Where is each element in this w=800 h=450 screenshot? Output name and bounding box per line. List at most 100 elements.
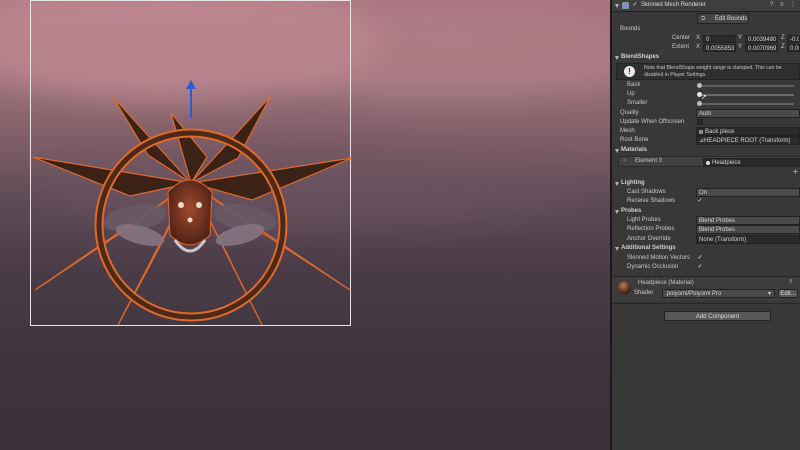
anchor-override-row: Anchor Override None (Transform) [612,235,800,244]
add-component-button[interactable]: Add Component [664,311,771,321]
blendshape-note-box: ! Note that BlendShape weight range is c… [616,63,800,80]
blendshape-slider[interactable] [699,85,794,87]
add-element-icon[interactable]: + [793,167,798,176]
dynamic-occlusion-row: Dynamic Occlusion ✓ [612,263,800,272]
material-header[interactable]: Headpiece (Material) ? Shader .poiyomi/P… [612,277,800,301]
dynamic-occlusion-checkbox[interactable]: ✓ [697,264,703,270]
cast-shadows-label: Cast Shadows [627,189,666,195]
more-icon[interactable]: ⋮ [790,1,796,10]
blendshape-slider[interactable] [699,94,794,96]
foldout-arrow-icon[interactable] [615,56,619,60]
probes-label: Probes [621,208,642,214]
slider-knob[interactable] [697,83,702,88]
center-y-field[interactable]: 0.0039480 [745,35,778,43]
extent-z-field[interactable]: 0.00 [787,44,800,52]
mesh-row: Mesh Back piece [612,127,800,136]
center-label: Center [672,35,691,41]
additional-settings-foldout[interactable]: Additional Settings [612,244,800,253]
materials-label: Materials [621,147,648,153]
light-probes-dropdown[interactable]: Blend Probes [696,216,800,225]
extent-row: Extent X 0.0055853 Y 0.0070969 Z 0.00 [612,43,800,52]
quality-label: Quality [620,110,639,116]
blendshape-label: Smaller [627,100,648,106]
receive-shadows-checkbox[interactable]: ✓ [697,198,703,204]
quality-dropdown[interactable]: Auto [696,109,800,118]
foldout-arrow-icon[interactable] [615,149,619,153]
help-icon[interactable]: ? [770,1,773,10]
update-offscreen-checkbox[interactable] [697,119,703,125]
foldout-arrow-icon[interactable] [615,4,619,8]
blendshape-label: Up [627,91,635,97]
materials-list: = Element 0 Headpiece [618,156,800,167]
component-title: Skinned Mesh Renderer [641,2,706,8]
mesh-field[interactable]: Back piece [696,127,800,136]
component-enabled-checkbox[interactable]: ✓ [632,2,638,8]
slider-knob[interactable] [697,101,702,106]
shader-dropdown[interactable]: .poiyomi/Poiyomi Pro ▾ [662,289,775,298]
center-z-field[interactable]: -0.0 [787,35,800,43]
update-offscreen-label: Update When Offscreen [620,119,685,125]
mesh-renderer-icon [622,2,629,9]
extent-x-field[interactable]: 0.0055853 [703,44,736,52]
move-gizmo-arrow-icon[interactable] [186,80,196,89]
reflection-probes-label: Reflection Probes [627,226,675,232]
x-axis-label: X [696,44,701,50]
extent-y-field[interactable]: 0.0070969 [745,44,778,52]
skinned-motion-label: Skinned Motion Vectors [627,255,691,261]
update-offscreen-row: Update When Offscreen [612,118,800,127]
foldout-arrow-icon[interactable] [615,210,619,214]
y-axis-label: Y [738,44,743,50]
z-axis-label: Z [781,35,785,41]
z-axis-label: Z [781,44,785,50]
blendshapes-label: BlendShapes [621,54,660,60]
inspector-panel: ✓ Skinned Mesh Renderer ? ≡ ⋮ ⧉ Edit Bou… [612,0,800,450]
y-axis-label: Y [738,35,743,41]
mesh-value: Back piece [705,129,735,135]
presets-icon[interactable]: ≡ [780,1,784,10]
mesh-label: Mesh [620,128,635,134]
bounds-label: Bounds [620,26,641,32]
probes-foldout[interactable]: Probes [612,207,800,216]
skinned-motion-checkbox[interactable]: ✓ [697,255,703,261]
edit-bounds-label: Edit Bounds [715,16,748,22]
drag-handle-icon[interactable]: = [623,157,627,166]
center-x-field[interactable]: 0 [703,35,736,43]
move-gizmo-y-axis[interactable] [190,88,192,118]
blendshape-label: Back [627,82,641,88]
anchor-override-field[interactable]: None (Transform) [696,235,800,244]
blendshape-up-row: Up ➚ [612,90,800,101]
shader-label: Shader [634,290,654,296]
light-probes-row: Light Probes Blend Probes [612,216,800,225]
info-icon: ! [624,66,635,77]
anchor-override-label: Anchor Override [627,236,671,242]
skinned-motion-row: Skinned Motion Vectors ✓ [612,254,800,263]
reflection-probes-row: Reflection Probes Blend Probes [612,225,800,234]
foldout-arrow-icon[interactable] [615,182,619,186]
edit-bounds-button[interactable]: ⧉ Edit Bounds [697,13,749,24]
component-header[interactable]: ✓ Skinned Mesh Renderer ? ≡ ⋮ [612,0,800,12]
root-bone-field[interactable]: ⊿HEADPIECE ROOT (Transform) [696,136,800,145]
shader-value: .poiyomi/Poiyomi Pro [665,291,722,297]
element0-label: Element 0 [635,158,663,164]
materials-foldout[interactable]: Materials [612,146,800,155]
reflection-probes-dropdown[interactable]: Blend Probes [696,225,800,234]
blendshape-smaller-row: Smaller [612,99,800,108]
help-icon[interactable]: ? [789,279,792,288]
chevron-down-icon: ▾ [767,291,771,297]
lighting-foldout[interactable]: Lighting [612,179,800,188]
root-bone-row: Root Bone ⊿HEADPIECE ROOT (Transform) [612,136,800,145]
foldout-arrow-icon[interactable] [615,247,619,251]
blendshape-back-row: Back [612,81,800,90]
cast-shadows-dropdown[interactable]: On [696,188,800,197]
scene-view[interactable] [0,0,610,450]
blendshapes-foldout[interactable]: BlendShapes [612,53,800,62]
quality-row: Quality Auto [612,109,800,118]
material-name: Headpiece (Material) [638,280,694,286]
element0-field[interactable]: Headpiece [703,158,799,166]
headpiece-model[interactable] [0,0,610,450]
divider [612,303,800,304]
blendshape-slider[interactable] [699,103,794,105]
shader-edit-button[interactable]: Edit... [778,289,798,298]
center-row: Center X 0 Y 0.0039480 Z -0.0 [612,34,800,43]
edit-bounds-icon: ⧉ [701,16,706,22]
